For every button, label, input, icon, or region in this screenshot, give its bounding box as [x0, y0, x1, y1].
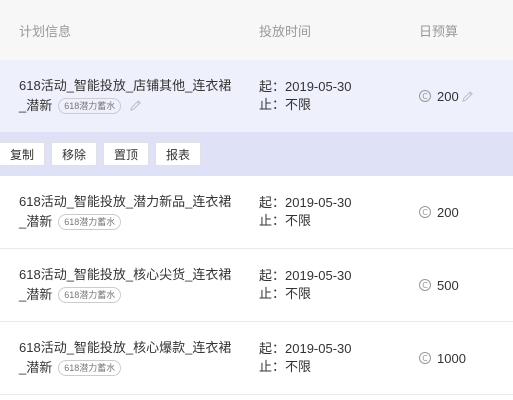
coin-icon: C [419, 279, 431, 291]
table-row[interactable]: 618活动_智能投放_店铺其他_连衣裙 _潜新 618潜力蓄水 起：2019-05… [0, 60, 513, 132]
plan-table: 计划信息 投放时间 日预算 618活动_智能投放_店铺其他_连衣裙 _潜新 618… [0, 0, 513, 395]
budget-value: 200 [437, 204, 459, 220]
coin-icon: C [419, 90, 431, 102]
plan-tag: 618潜力蓄水 [58, 360, 122, 376]
plan-info-cell: 618活动_智能投放_核心爆款_连衣裙 _潜新 618潜力蓄水 [0, 338, 240, 378]
start-date: 2019-05-30 [285, 195, 352, 210]
plan-info-cell: 618活动_智能投放_核心尖货_连衣裙 _潜新 618潜力蓄水 [0, 265, 240, 305]
budget-cell: C 500 [400, 278, 513, 293]
plan-title-line2[interactable]: _潜新 [19, 360, 52, 375]
budget-value: 200 [437, 88, 459, 104]
delivery-time-cell: 起：2019-05-30 止：不限 [240, 194, 400, 230]
edit-pencil-icon[interactable] [129, 99, 142, 112]
plan-title-line1[interactable]: 618活动_智能投放_核心尖货_连衣裙 [19, 265, 240, 285]
plan-tag: 618潜力蓄水 [58, 98, 122, 114]
table-row[interactable]: 618活动_智能投放_潜力新品_连衣裙 _潜新 618潜力蓄水 起：2019-05… [0, 176, 513, 249]
start-date: 2019-05-30 [285, 79, 352, 94]
row-action-bar: 复制 移除 置顶 报表 [0, 132, 513, 176]
header-daily-budget: 日预算 [419, 23, 459, 39]
end-date: 不限 [285, 97, 312, 112]
start-label: 起： [259, 195, 286, 210]
coin-icon: C [419, 206, 431, 218]
end-date: 不限 [285, 286, 312, 301]
table-row[interactable]: 618活动_智能投放_核心爆款_连衣裙 _潜新 618潜力蓄水 起：2019-05… [0, 322, 513, 395]
start-label: 起： [259, 268, 286, 283]
report-button[interactable]: 报表 [155, 142, 202, 166]
delivery-time-cell: 起：2019-05-30 止：不限 [240, 340, 400, 376]
budget-value: 500 [437, 277, 459, 293]
start-date: 2019-05-30 [285, 341, 352, 356]
header-delivery-time: 投放时间 [259, 23, 312, 39]
start-date: 2019-05-30 [285, 268, 352, 283]
copy-button[interactable]: 复制 [0, 142, 46, 166]
plan-tag: 618潜力蓄水 [58, 214, 122, 230]
edit-budget-icon[interactable] [461, 90, 474, 103]
plan-title-line2[interactable]: _潜新 [19, 287, 52, 302]
budget-value: 1000 [437, 350, 466, 366]
start-label: 起： [259, 341, 286, 356]
table-row[interactable]: 618活动_智能投放_核心尖货_连衣裙 _潜新 618潜力蓄水 起：2019-05… [0, 249, 513, 322]
end-label: 止： [259, 97, 286, 112]
budget-cell: C 200 [400, 205, 513, 220]
budget-cell: C 1000 [400, 351, 513, 366]
plan-title-line2[interactable]: _潜新 [19, 98, 52, 113]
plan-title-line1[interactable]: 618活动_智能投放_核心爆款_连衣裙 [19, 338, 240, 358]
start-label: 起： [259, 79, 286, 94]
plan-tag: 618潜力蓄水 [58, 287, 122, 303]
coin-icon: C [419, 352, 431, 364]
table-header: 计划信息 投放时间 日预算 [0, 0, 513, 60]
plan-info-cell: 618活动_智能投放_店铺其他_连衣裙 _潜新 618潜力蓄水 [0, 76, 240, 116]
plan-info-cell: 618活动_智能投放_潜力新品_连衣裙 _潜新 618潜力蓄水 [0, 192, 240, 232]
pin-top-button[interactable]: 置顶 [103, 142, 150, 166]
header-plan-info: 计划信息 [19, 23, 72, 39]
remove-button[interactable]: 移除 [51, 142, 98, 166]
end-date: 不限 [285, 213, 312, 228]
end-label: 止： [259, 213, 286, 228]
plan-title-line1[interactable]: 618活动_智能投放_潜力新品_连衣裙 [19, 192, 240, 212]
end-label: 止： [259, 286, 286, 301]
plan-title-line2[interactable]: _潜新 [19, 214, 52, 229]
end-label: 止： [259, 359, 286, 374]
end-date: 不限 [285, 359, 312, 374]
delivery-time-cell: 起：2019-05-30 止：不限 [240, 78, 400, 114]
plan-title-line1[interactable]: 618活动_智能投放_店铺其他_连衣裙 [19, 76, 240, 96]
delivery-time-cell: 起：2019-05-30 止：不限 [240, 267, 400, 303]
budget-cell: C 200 [400, 89, 513, 104]
